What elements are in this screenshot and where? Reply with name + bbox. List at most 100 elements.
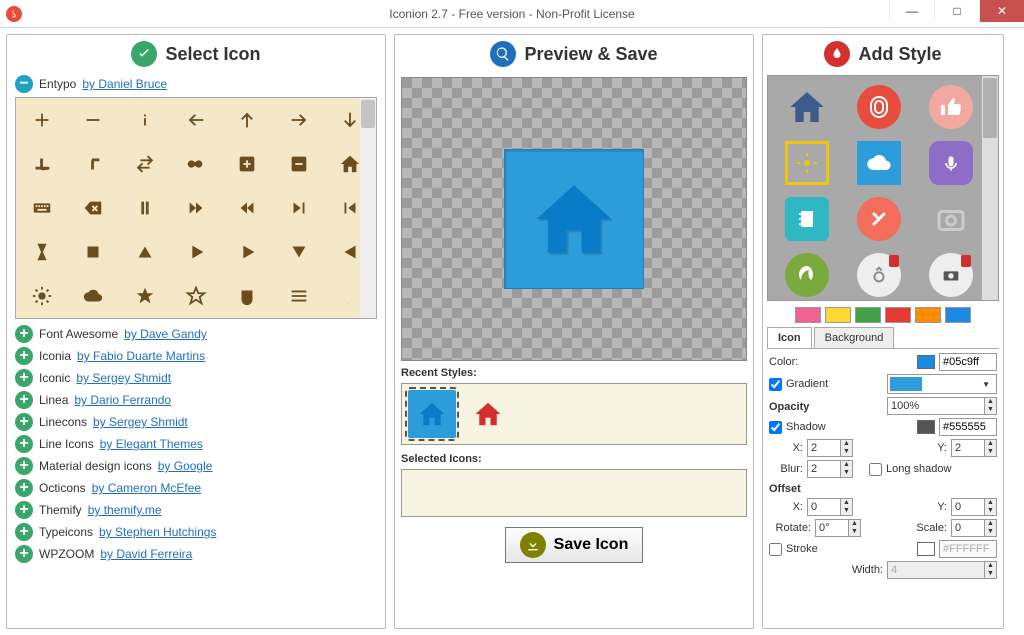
icon-del[interactable] — [67, 186, 118, 230]
icon-pause[interactable] — [119, 186, 170, 230]
icon-bank[interactable] — [15, 97, 377, 319]
icon-aleft[interactable] — [170, 98, 221, 142]
close-button[interactable]: ✕ — [979, 0, 1024, 22]
offset-x-input[interactable]: 0▲▼ — [807, 498, 853, 516]
iconset-row[interactable]: +Themify by themify.me — [7, 499, 385, 521]
collapse-icon[interactable]: − — [15, 75, 33, 93]
iconset-row[interactable]: +Font Awesome by Dave Gandy — [7, 323, 385, 345]
icon-star2[interactable] — [170, 274, 221, 318]
expand-icon[interactable]: + — [15, 435, 33, 453]
iconset-row[interactable]: +Iconic by Sergey Shmidt — [7, 367, 385, 389]
offset-y-input[interactable]: 0▲▼ — [951, 498, 997, 516]
style-tile-9[interactable] — [774, 250, 840, 300]
iconset-row[interactable]: +Linecons by Sergey Shmidt — [7, 411, 385, 433]
maximize-button[interactable]: □ — [934, 0, 979, 22]
opacity-input[interactable]: 100%▲▼ — [887, 397, 997, 415]
iconset-entypo-header[interactable]: − Entypo by Daniel Bruce — [7, 73, 385, 95]
icon-play[interactable] — [170, 230, 221, 274]
blur-input[interactable]: 2▲▼ — [807, 460, 853, 478]
icon-play2[interactable] — [222, 230, 273, 274]
author-link[interactable]: by themify.me — [88, 503, 162, 517]
icon-next[interactable] — [273, 186, 324, 230]
author-link[interactable]: by David Ferreira — [100, 547, 192, 561]
expand-icon[interactable]: + — [15, 325, 33, 343]
style-scrollbar[interactable] — [982, 76, 998, 300]
expand-icon[interactable]: + — [15, 457, 33, 475]
icon-aright[interactable] — [273, 98, 324, 142]
author-link[interactable]: by Dario Ferrando — [74, 393, 171, 407]
gradient-checkbox[interactable] — [769, 378, 782, 391]
style-tile-10[interactable] — [846, 250, 912, 300]
tab-background[interactable]: Background — [814, 327, 895, 348]
shadow-color-input[interactable] — [939, 418, 997, 436]
rotate-input[interactable]: 0°▲▼ — [815, 519, 861, 537]
author-link[interactable]: by Google — [158, 459, 213, 473]
style-tile-8[interactable] — [918, 194, 984, 244]
icon-tup[interactable] — [119, 230, 170, 274]
longshadow-checkbox[interactable] — [869, 463, 882, 476]
minimize-button[interactable]: — — [889, 0, 934, 22]
stroke-width-input[interactable]: 4▲▼ — [887, 561, 997, 579]
expand-icon[interactable]: + — [15, 523, 33, 541]
iconbank-scrollbar[interactable] — [360, 98, 376, 318]
swatch[interactable] — [945, 307, 971, 323]
author-link[interactable]: by Sergey Shmidt — [76, 371, 171, 385]
shadow-color-swatch[interactable] — [917, 420, 935, 434]
stroke-checkbox[interactable] — [769, 543, 782, 556]
style-tile-1[interactable] — [846, 82, 912, 132]
icon-rw[interactable] — [222, 186, 273, 230]
shadow-checkbox[interactable] — [769, 421, 782, 434]
icon-tdown[interactable] — [273, 230, 324, 274]
icon-star[interactable] — [119, 274, 170, 318]
icon-inf[interactable] — [170, 142, 221, 186]
color-input[interactable] — [939, 353, 997, 371]
expand-icon[interactable]: + — [15, 369, 33, 387]
icon-sqplus[interactable] — [222, 142, 273, 186]
expand-icon[interactable]: + — [15, 391, 33, 409]
icon-aup[interactable] — [222, 98, 273, 142]
swatch[interactable] — [795, 307, 821, 323]
tab-icon[interactable]: Icon — [767, 327, 812, 348]
iconset-row[interactable]: +Typeicons by Stephen Hutchings — [7, 521, 385, 543]
expand-icon[interactable]: + — [15, 545, 33, 563]
expand-icon[interactable]: + — [15, 479, 33, 497]
swatch[interactable] — [825, 307, 851, 323]
author-link[interactable]: by Cameron McEfee — [92, 481, 201, 495]
icon-swap[interactable] — [119, 142, 170, 186]
iconset-row[interactable]: +WPZOOM by David Ferreira — [7, 543, 385, 565]
author-link[interactable]: by Sergey Shmidt — [93, 415, 188, 429]
expand-icon[interactable]: + — [15, 413, 33, 431]
iconset-row[interactable]: +Material design icons by Google — [7, 455, 385, 477]
icon-sun[interactable] — [16, 274, 67, 318]
icon-sqminus[interactable] — [273, 142, 324, 186]
stroke-color-swatch[interactable] — [917, 542, 935, 556]
swatch[interactable] — [855, 307, 881, 323]
author-link[interactable]: by Dave Gandy — [124, 327, 207, 341]
style-tile-11[interactable] — [918, 250, 984, 300]
author-link[interactable]: by Fabio Duarte Martins — [77, 349, 205, 363]
icon-cleft[interactable] — [16, 142, 67, 186]
style-gallery[interactable] — [767, 75, 999, 301]
style-tile-4[interactable] — [846, 138, 912, 188]
icon-info[interactable] — [119, 98, 170, 142]
author-link[interactable]: by Elegant Themes — [100, 437, 203, 451]
style-tile-7[interactable] — [846, 194, 912, 244]
icon-cright[interactable] — [67, 142, 118, 186]
icon-cup[interactable] — [222, 274, 273, 318]
style-tile-3[interactable] — [774, 138, 840, 188]
style-tile-6[interactable] — [774, 194, 840, 244]
shadow-x-input[interactable]: 2▲▼ — [807, 439, 853, 457]
icon-menu[interactable] — [273, 274, 324, 318]
icon-minus[interactable] — [67, 98, 118, 142]
style-tile-5[interactable] — [918, 138, 984, 188]
icon-ff[interactable] — [170, 186, 221, 230]
expand-icon[interactable]: + — [15, 347, 33, 365]
recent-style-2[interactable] — [464, 390, 512, 438]
gradient-dropdown[interactable]: ▼ — [887, 374, 997, 394]
scale-input[interactable]: 0▲▼ — [951, 519, 997, 537]
style-tile-0[interactable] — [774, 82, 840, 132]
author-link[interactable]: by Daniel Bruce — [82, 77, 167, 91]
icon-cloud[interactable] — [67, 274, 118, 318]
iconset-row[interactable]: +Iconia by Fabio Duarte Martins — [7, 345, 385, 367]
iconset-row[interactable]: +Octicons by Cameron McEfee — [7, 477, 385, 499]
